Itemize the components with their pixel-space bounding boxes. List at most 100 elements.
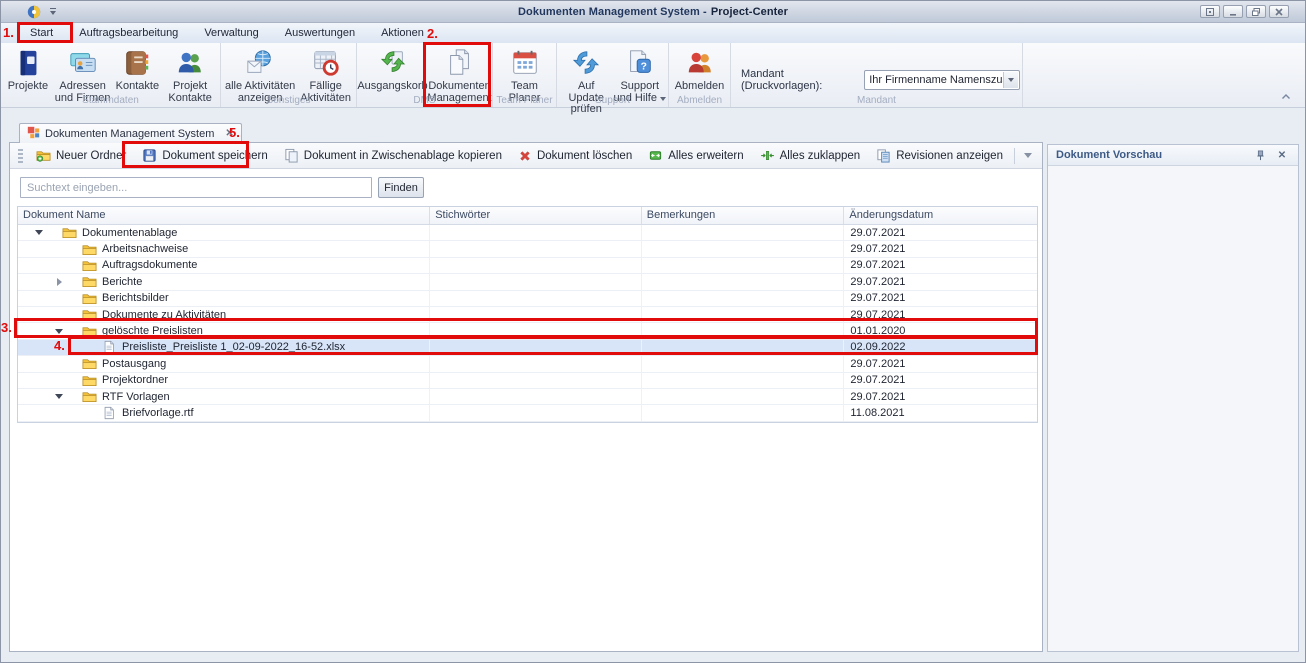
tree-row-file[interactable]: Preisliste_Preisliste 1_02-09-2022_16-52… bbox=[18, 340, 1037, 356]
column-header-aenderungsdatum[interactable]: Änderungsdatum bbox=[844, 207, 1037, 224]
main-panel: Neuer Ordner Dokument speichern Dokument… bbox=[9, 142, 1043, 652]
preview-panel-body bbox=[1048, 166, 1298, 652]
pin-icon[interactable] bbox=[1252, 148, 1268, 162]
tree-row-folder[interactable]: Berichte29.07.2021 bbox=[18, 274, 1037, 290]
tree-row-folder[interactable]: Dokumente zu Aktivitäten29.07.2021 bbox=[18, 307, 1037, 323]
cell-aenderungsdatum: 02.09.2022 bbox=[844, 340, 1037, 355]
tree-row-file[interactable]: Briefvorlage.rtf11.08.2021 bbox=[18, 405, 1037, 421]
svg-text:?: ? bbox=[640, 62, 646, 73]
cell-stichwoerter bbox=[430, 241, 642, 256]
cell-bemerkungen bbox=[642, 241, 845, 256]
cell-aenderungsdatum: 29.07.2021 bbox=[844, 274, 1037, 289]
cell-stichwoerter bbox=[430, 323, 642, 338]
tab-start[interactable]: Start bbox=[17, 23, 66, 43]
cell-bemerkungen bbox=[642, 373, 845, 388]
dokument-kopieren-button[interactable]: Dokument in Zwischenablage kopieren bbox=[276, 145, 510, 167]
tab-aktionen[interactable]: Aktionen bbox=[368, 23, 437, 43]
ausgangskorb-button[interactable]: Ausgangskorb bbox=[358, 46, 428, 93]
document-tab[interactable]: Dokumenten Management System ✕ bbox=[19, 123, 242, 143]
tree-expander-open-icon[interactable] bbox=[31, 230, 47, 235]
tab-auftragsbearbeitung[interactable]: Auftragsbearbeitung bbox=[66, 23, 191, 43]
abmelden-button[interactable]: Abmelden bbox=[672, 46, 728, 93]
minimize-button[interactable] bbox=[1223, 5, 1243, 18]
group-label-support: Support bbox=[557, 95, 668, 106]
column-header-bemerkungen[interactable]: Bemerkungen bbox=[642, 207, 845, 224]
delete-icon bbox=[518, 149, 532, 163]
row-name: Dokumentenablage bbox=[82, 227, 177, 239]
column-header-dokument-name[interactable]: Dokument Name bbox=[18, 207, 430, 224]
tree-row-folder[interactable]: Berichtsbilder 29.07.2021 bbox=[18, 291, 1037, 307]
folder-icon bbox=[81, 373, 97, 388]
row-name: Preisliste_Preisliste 1_02-09-2022_16-52… bbox=[122, 341, 345, 353]
restore-button[interactable] bbox=[1246, 5, 1266, 18]
address-cards-icon bbox=[67, 47, 99, 79]
tree-row-folder[interactable]: Projektordner29.07.2021 bbox=[18, 373, 1037, 389]
alles-zuklappen-button[interactable]: Alles zuklappen bbox=[752, 145, 869, 167]
cell-bemerkungen bbox=[642, 307, 845, 322]
save-icon bbox=[142, 148, 157, 163]
row-name: Arbeitsnachweise bbox=[102, 243, 188, 255]
outbox-refresh-icon bbox=[377, 47, 409, 79]
new-folder-icon bbox=[36, 148, 51, 163]
search-row: Finden bbox=[10, 169, 1042, 205]
file-icon bbox=[101, 406, 117, 420]
combobox-dropdown-icon[interactable] bbox=[1003, 72, 1018, 88]
tree-expander-closed-icon[interactable] bbox=[51, 278, 67, 286]
tab-auswertungen[interactable]: Auswertungen bbox=[272, 23, 368, 43]
expand-all-icon bbox=[648, 148, 663, 163]
mandant-label: Mandant (Druckvorlagen): bbox=[741, 68, 860, 92]
tree-row-folder[interactable]: gelöschte Preislisten01.01.2020 bbox=[18, 323, 1037, 339]
panel-close-icon[interactable]: ✕ bbox=[1274, 148, 1290, 162]
tree-row-folder[interactable]: Postausgang29.07.2021 bbox=[18, 356, 1037, 372]
preview-panel-title: Dokument Vorschau bbox=[1056, 149, 1246, 161]
documents-icon bbox=[444, 47, 476, 79]
cell-bemerkungen bbox=[642, 323, 845, 338]
two-people-icon bbox=[174, 47, 206, 79]
toolbar-overflow-icon[interactable] bbox=[1024, 153, 1032, 158]
row-name: Berichtsbilder bbox=[102, 292, 169, 304]
tab-verwaltung[interactable]: Verwaltung bbox=[191, 23, 271, 43]
calendar-icon bbox=[509, 47, 541, 79]
dokument-loeschen-button[interactable]: Dokument löschen bbox=[510, 145, 640, 167]
ribbon-tab-bar: Start Auftragsbearbeitung Verwaltung Aus… bbox=[1, 23, 1305, 43]
row-name: RTF Vorlagen bbox=[102, 391, 170, 403]
toolbar-grip[interactable] bbox=[18, 149, 23, 163]
folder-icon bbox=[81, 307, 97, 322]
cell-bemerkungen bbox=[642, 356, 845, 371]
cell-aenderungsdatum: 29.07.2021 bbox=[844, 225, 1037, 240]
cell-stichwoerter bbox=[430, 307, 642, 322]
tree-expander-open-icon[interactable] bbox=[51, 329, 67, 334]
collapse-all-icon bbox=[760, 148, 775, 163]
neuer-ordner-button[interactable]: Neuer Ordner bbox=[28, 145, 134, 167]
find-button[interactable]: Finden bbox=[378, 177, 424, 198]
cell-stichwoerter bbox=[430, 373, 642, 388]
folder-icon bbox=[81, 389, 97, 404]
tree-row-folder[interactable]: Arbeitsnachweise29.07.2021 bbox=[18, 241, 1037, 257]
revisionen-anzeigen-button[interactable]: Revisionen anzeigen bbox=[868, 145, 1011, 167]
row-name: Auftragsdokumente bbox=[102, 259, 197, 271]
row-name: Dokumente zu Aktivitäten bbox=[102, 309, 226, 321]
collapse-ribbon-icon[interactable] bbox=[1279, 91, 1293, 103]
tree-row-folder[interactable]: Auftragsdokumente 29.07.2021 bbox=[18, 258, 1037, 274]
fit-window-button[interactable] bbox=[1200, 5, 1220, 18]
cell-aenderungsdatum: 29.07.2021 bbox=[844, 258, 1037, 273]
cell-aenderungsdatum: 11.08.2021 bbox=[844, 405, 1037, 420]
search-input[interactable] bbox=[20, 177, 372, 198]
folder-icon bbox=[81, 258, 97, 273]
tree-row-folder[interactable]: RTF Vorlagen 29.07.2021 bbox=[18, 389, 1037, 405]
tab-close-icon[interactable]: ✕ bbox=[225, 128, 233, 139]
alles-erweitern-button[interactable]: Alles erweitern bbox=[640, 145, 751, 167]
kontakte-button[interactable]: Kontakte bbox=[112, 46, 162, 93]
projekte-button[interactable]: Projekte bbox=[3, 46, 53, 93]
tree-expander-open-icon[interactable] bbox=[51, 394, 67, 399]
folder-icon bbox=[61, 225, 77, 240]
column-header-stichwoerter[interactable]: Stichwörter bbox=[430, 207, 642, 224]
dokument-speichern-button[interactable]: Dokument speichern bbox=[134, 145, 275, 167]
cell-aenderungsdatum: 29.07.2021 bbox=[844, 291, 1037, 306]
cell-aenderungsdatum: 29.07.2021 bbox=[844, 389, 1037, 404]
close-button[interactable] bbox=[1269, 5, 1289, 18]
mandant-combobox[interactable]: Ihr Firmenname Namenszusatz od... bbox=[864, 70, 1020, 90]
title-bar: Dokumenten Management System -Project-Ce… bbox=[1, 1, 1305, 23]
tree-row-folder[interactable]: Dokumentenablage 29.07.2021 bbox=[18, 225, 1037, 241]
preview-panel: Dokument Vorschau ✕ bbox=[1047, 144, 1299, 652]
